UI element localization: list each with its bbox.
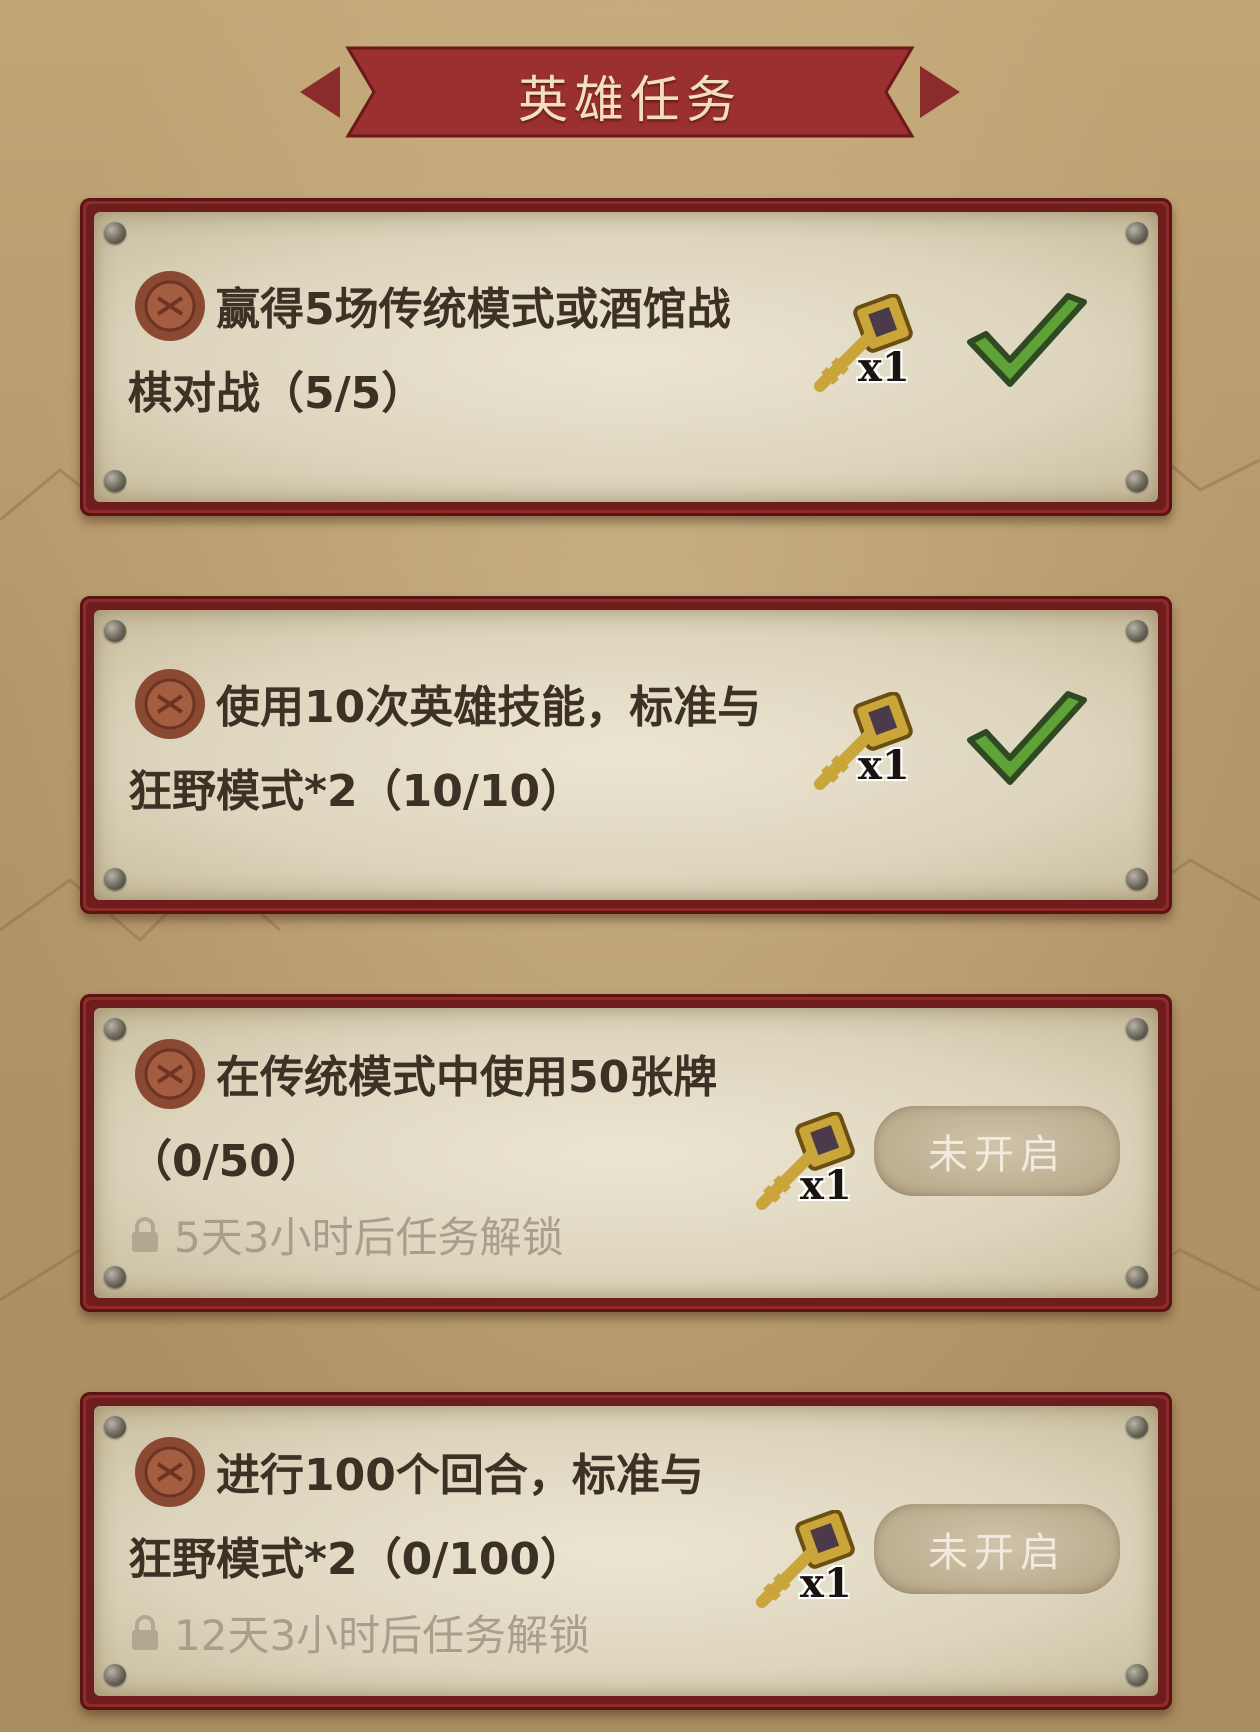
not-started-button[interactable]: 未开启 xyxy=(874,1106,1120,1196)
reward-count: x1 xyxy=(858,344,910,391)
title-banner: 英雄任务 xyxy=(300,44,960,140)
rivet-icon xyxy=(104,620,126,642)
rivet-icon xyxy=(104,1664,126,1686)
quest-card: 在传统模式中使用50张牌（0/50） 5天3小时后任务解锁 x1 未开启 xyxy=(80,994,1172,1312)
lock-icon xyxy=(132,1614,158,1650)
reward-count: x1 xyxy=(800,1162,852,1209)
rivet-icon xyxy=(104,1018,126,1040)
rivet-icon xyxy=(104,222,126,244)
rivet-icon xyxy=(1126,222,1148,244)
quest-description: 进行100个回合，标准与狂野模式*2（0/100） xyxy=(128,1450,704,1585)
quest-description: 在传统模式中使用50张牌（0/50） xyxy=(128,1052,718,1187)
rivet-icon xyxy=(1126,868,1148,890)
quest-card: 赢得5场传统模式或酒馆战棋对战（5/5） x1 xyxy=(80,198,1172,516)
green-checkmark-icon xyxy=(967,293,1087,387)
reward-count: x1 xyxy=(800,1560,852,1607)
rivet-icon xyxy=(104,868,126,890)
unlock-text: 12天3小时后任务解锁 xyxy=(174,1611,591,1660)
unlock-text: 5天3小时后任务解锁 xyxy=(174,1213,564,1262)
rivet-icon xyxy=(1126,1266,1148,1288)
quest-description: 使用10次英雄技能，标准与狂野模式*2（10/10） xyxy=(128,682,762,817)
rivet-icon xyxy=(1126,1664,1148,1686)
reward-count: x1 xyxy=(858,742,910,789)
unlock-timer: 5天3小时后任务解锁 xyxy=(128,1204,563,1265)
quest-card: 使用10次英雄技能，标准与狂野模式*2（10/10） x1 xyxy=(80,596,1172,914)
quest-description: 赢得5场传统模式或酒馆战棋对战（5/5） xyxy=(128,284,731,419)
rivet-icon xyxy=(104,1266,126,1288)
rivet-icon xyxy=(104,470,126,492)
quest-card: 进行100个回合，标准与狂野模式*2（0/100） 12天3小时后任务解锁 x1… xyxy=(80,1392,1172,1710)
not-started-button[interactable]: 未开启 xyxy=(874,1504,1120,1594)
rivet-icon xyxy=(1126,1416,1148,1438)
green-checkmark-icon xyxy=(967,691,1087,785)
rivet-icon xyxy=(104,1416,126,1438)
page-title: 英雄任务 xyxy=(518,71,742,129)
lock-icon xyxy=(132,1216,158,1252)
rivet-icon xyxy=(1126,1018,1148,1040)
rivet-icon xyxy=(1126,620,1148,642)
rivet-icon xyxy=(1126,470,1148,492)
unlock-timer: 12天3小时后任务解锁 xyxy=(128,1602,590,1663)
